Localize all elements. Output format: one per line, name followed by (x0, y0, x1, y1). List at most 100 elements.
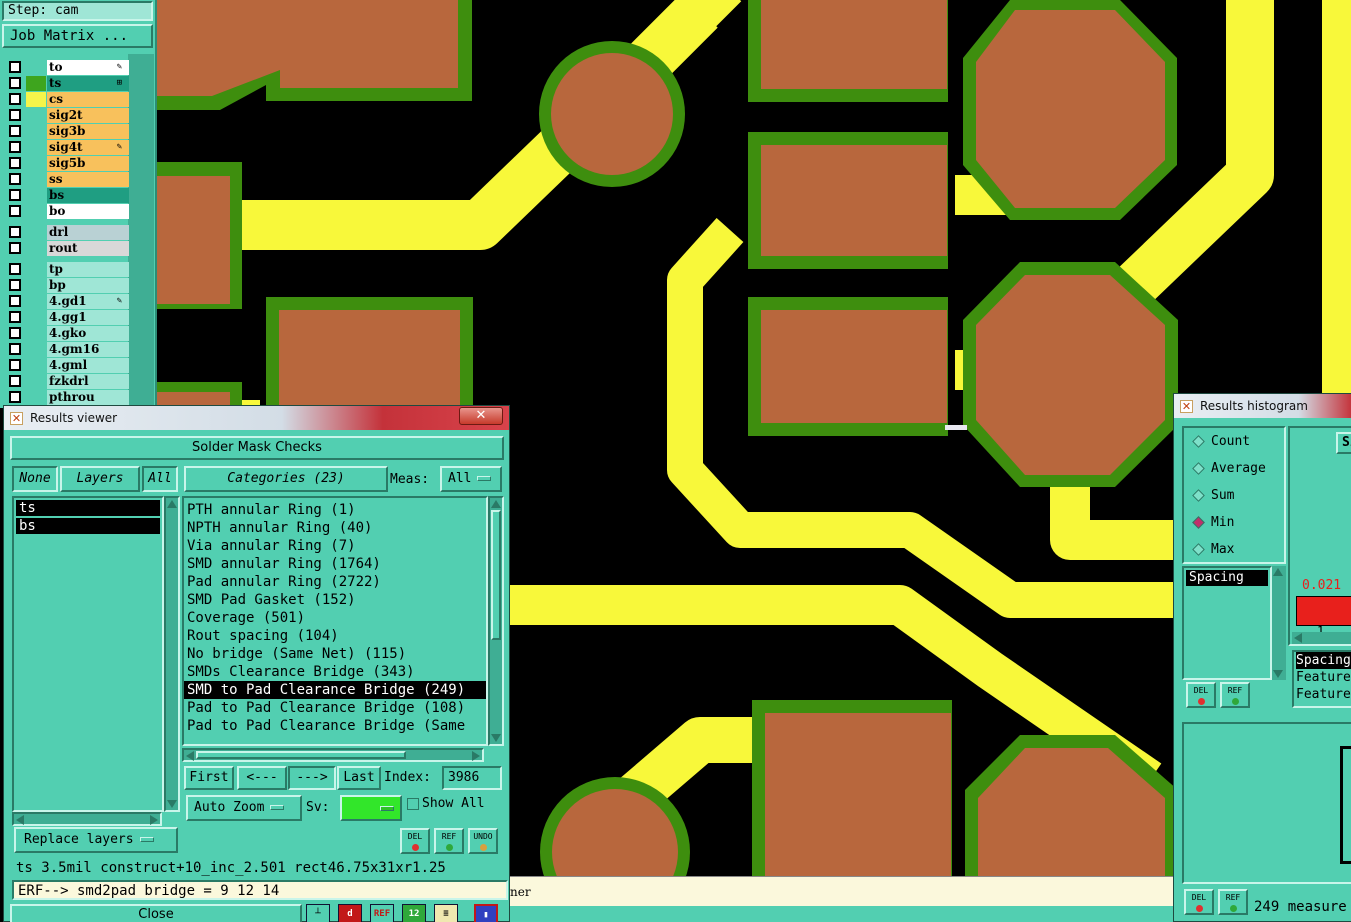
undo-button[interactable]: UNDO (468, 828, 498, 854)
measure-list-item[interactable]: Spacing (1186, 570, 1268, 586)
category-item[interactable]: SMD Pad Gasket (152) (184, 591, 486, 609)
all-layers-button[interactable]: All (142, 466, 178, 492)
category-item[interactable]: No bridge (Same Net) (115) (184, 645, 486, 663)
layer-checkbox[interactable] (9, 77, 21, 89)
category-item[interactable]: Via annular Ring (7) (184, 537, 486, 555)
results-viewer-titlebar[interactable]: ✕ Results viewer ✕ (4, 406, 509, 430)
layer-row-fzkdrl[interactable]: fzkdrl (7, 374, 129, 389)
category-item[interactable]: Rout spacing (104) (184, 627, 486, 645)
ref-button[interactable]: REF (434, 828, 464, 854)
layer-checkbox[interactable] (9, 311, 21, 323)
none-button[interactable]: None (12, 466, 58, 492)
layer-row-4-gml[interactable]: 4.gml (7, 358, 129, 373)
layer-color-swatch[interactable] (26, 310, 46, 325)
del-button[interactable]: DEL (400, 828, 430, 854)
layer-checkbox[interactable] (9, 226, 21, 238)
hist-ref-button[interactable]: REF (1220, 682, 1250, 708)
scroll-left-icon[interactable] (16, 815, 24, 825)
layer-color-swatch[interactable] (26, 108, 46, 123)
layer-row-bp[interactable]: bp (7, 278, 129, 293)
layer-checkbox[interactable] (9, 157, 21, 169)
layer-color-swatch[interactable] (26, 326, 46, 341)
histogram-titlebar[interactable]: ✕ Results histogram (1174, 394, 1351, 418)
layer-row-ts[interactable]: ts ⊞ (7, 76, 129, 91)
categories-listbox[interactable]: PTH annular Ring (1) NPTH annular Ring (4… (182, 496, 488, 746)
layer-row-drl[interactable]: drl (7, 225, 129, 240)
layer-checkbox[interactable] (9, 205, 21, 217)
layers-button[interactable]: Layers (60, 466, 140, 492)
mode-radio-max[interactable]: Max (1192, 542, 1234, 558)
hist-del-button[interactable]: DEL (1186, 682, 1216, 708)
layer-checkbox[interactable] (9, 61, 21, 73)
mode-radio-sum[interactable]: Sum (1192, 488, 1234, 504)
layer-row-sig3b[interactable]: sig3b (7, 124, 129, 139)
layer-row-sig4t[interactable]: sig4t ✎ (7, 140, 129, 155)
category-item[interactable]: PTH annular Ring (1) (184, 501, 486, 519)
histogram-icon[interactable]: ▮ (474, 904, 498, 922)
layer-color-swatch[interactable] (26, 278, 46, 293)
scroll-down-icon[interactable] (1273, 670, 1283, 678)
meas-select[interactable]: All (440, 466, 502, 492)
scroll-left-icon[interactable] (1294, 633, 1302, 643)
scroll-thumb[interactable] (196, 751, 406, 759)
scroll-down-icon[interactable] (167, 800, 177, 808)
layers-listbox[interactable]: ts bs (12, 496, 164, 812)
measure-listbox[interactable]: Spacing (1182, 566, 1272, 680)
layer-checkbox[interactable] (9, 141, 21, 153)
layer-color-swatch[interactable] (26, 76, 46, 91)
categories-hscroll[interactable] (182, 748, 484, 762)
measure-vscroll[interactable] (1272, 566, 1286, 680)
layer-color-swatch[interactable] (26, 156, 46, 171)
cut-button[interactable]: Si (1336, 432, 1351, 454)
scroll-thumb[interactable] (491, 510, 501, 640)
category-item[interactable]: SMDs Clearance Bridge (343) (184, 663, 486, 681)
layer-color-swatch[interactable] (26, 294, 46, 309)
layer-row-tp[interactable]: tp (7, 262, 129, 277)
category-item[interactable]: Pad annular Ring (2722) (184, 573, 486, 591)
layer-row-bs[interactable]: bs (7, 188, 129, 203)
job-matrix-button[interactable]: Job Matrix ... (2, 24, 153, 48)
mode-radio-min[interactable]: Min (1192, 515, 1234, 531)
layers-vscroll[interactable] (164, 496, 180, 812)
footer-del-button[interactable]: DEL (1184, 889, 1214, 915)
layer-checkbox[interactable] (9, 125, 21, 137)
layer-row-4-gg1[interactable]: 4.gg1 (7, 310, 129, 325)
layer-list-item[interactable]: ts (16, 500, 160, 516)
layer-row-bo[interactable]: bo (7, 204, 129, 219)
scroll-down-icon[interactable] (491, 734, 501, 742)
layer-row-ss[interactable]: ss (7, 172, 129, 187)
layer-color-swatch[interactable] (26, 188, 46, 203)
layer-row-pthrou[interactable]: pthrou (7, 390, 129, 405)
category-item[interactable]: SMD annular Ring (1764) (184, 555, 486, 573)
layer-checkbox[interactable] (9, 93, 21, 105)
prev-button[interactable]: <--- (237, 766, 287, 790)
layer-row-to[interactable]: to ✎ (7, 60, 129, 75)
auto-zoom-select[interactable]: Auto Zoom (186, 795, 302, 821)
layer-checkbox[interactable] (9, 375, 21, 387)
scroll-right-icon[interactable] (150, 815, 158, 825)
layer-color-swatch[interactable] (26, 374, 46, 389)
layer-color-swatch[interactable] (26, 92, 46, 107)
first-button[interactable]: First (184, 766, 234, 790)
layer-checkbox[interactable] (9, 279, 21, 291)
scroll-left-icon[interactable] (186, 751, 194, 761)
layer-row-4-gd1[interactable]: 4.gd1 ✎ (7, 294, 129, 309)
layer-list-item[interactable]: bs (16, 518, 160, 534)
replace-layers-button[interactable]: Replace layers (14, 827, 178, 853)
layer-checkbox[interactable] (9, 391, 21, 403)
scroll-up-icon[interactable] (167, 500, 177, 508)
layer-row-4-gko[interactable]: 4.gko (7, 326, 129, 341)
sv-color-select[interactable] (340, 795, 402, 821)
layer-color-swatch[interactable] (26, 124, 46, 139)
last-button[interactable]: Last (337, 766, 381, 790)
category-item[interactable]: Pad to Pad Clearance Bridge (108) (184, 699, 486, 717)
layer-row-4-gm16[interactable]: 4.gm16 (7, 342, 129, 357)
scroll-right-icon[interactable] (472, 751, 480, 761)
close-icon[interactable]: ✕ (459, 407, 503, 425)
category-item[interactable]: Coverage (501) (184, 609, 486, 627)
layer-color-swatch[interactable] (26, 241, 46, 256)
categories-vscroll[interactable] (488, 496, 504, 746)
layer-checkbox[interactable] (9, 189, 21, 201)
layer-checkbox[interactable] (9, 327, 21, 339)
layer-color-swatch[interactable] (26, 358, 46, 373)
